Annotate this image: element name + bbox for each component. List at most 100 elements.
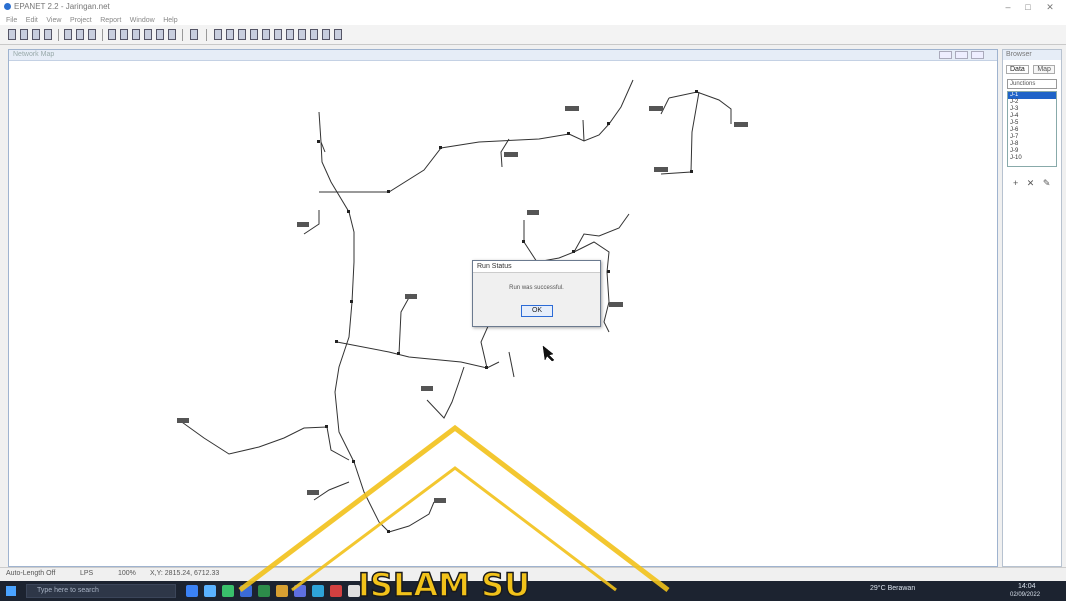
list-item[interactable]: J-8 bbox=[1008, 141, 1056, 148]
junction-node bbox=[439, 146, 442, 149]
open-file-icon[interactable] bbox=[20, 29, 28, 40]
graph-icon[interactable] bbox=[132, 29, 140, 40]
weather-status[interactable]: 29°C Berawan bbox=[870, 585, 915, 592]
status-bar: Auto-Length Off LPS 100% X,Y: 2815.24, 6… bbox=[0, 567, 1066, 580]
list-item[interactable]: J-6 bbox=[1008, 127, 1056, 134]
app-icon-9[interactable] bbox=[348, 585, 360, 597]
node-label bbox=[307, 490, 319, 495]
reservoir-tool-icon[interactable] bbox=[274, 29, 282, 40]
junction-node bbox=[572, 250, 575, 253]
list-item[interactable]: J-3 bbox=[1008, 106, 1056, 113]
pipe-tool-icon[interactable] bbox=[298, 29, 306, 40]
map-close-button[interactable] bbox=[971, 51, 984, 59]
junction-node bbox=[317, 140, 320, 143]
junction-node bbox=[607, 270, 610, 273]
task-view-icon[interactable] bbox=[186, 585, 198, 597]
clock-date[interactable]: 02/09/2022 bbox=[1010, 592, 1040, 598]
list-item[interactable]: J-1 bbox=[1008, 92, 1056, 99]
print-icon[interactable] bbox=[44, 29, 52, 40]
dialog-title: Run Status bbox=[473, 261, 600, 273]
map-minimize-button[interactable] bbox=[939, 51, 952, 59]
zoom-out-icon[interactable] bbox=[226, 29, 234, 40]
delete-icon[interactable] bbox=[76, 29, 84, 40]
list-item[interactable]: J-7 bbox=[1008, 134, 1056, 141]
window-title: EPANET 2.2 - Jaringan.net bbox=[14, 2, 110, 11]
taskbar-search-input[interactable]: Type here to search bbox=[26, 584, 176, 598]
title-bar: EPANET 2.2 - Jaringan.net – □ ✕ bbox=[0, 0, 1066, 14]
node-label bbox=[734, 122, 748, 127]
app-icon-3[interactable] bbox=[240, 585, 252, 597]
ok-button[interactable]: OK bbox=[521, 305, 553, 317]
app-icon-8[interactable] bbox=[330, 585, 342, 597]
tab-map[interactable]: Map bbox=[1033, 65, 1055, 74]
label-tool-icon[interactable] bbox=[334, 29, 342, 40]
browser-panel: Browser Data Map Junctions J-1 J-2 J-3 J-4 J… bbox=[1002, 49, 1062, 567]
query-icon[interactable] bbox=[120, 29, 128, 40]
junction-node bbox=[485, 366, 488, 369]
toolbar-separator bbox=[102, 29, 103, 41]
node-label bbox=[527, 210, 539, 215]
node-label bbox=[609, 302, 623, 307]
add-object-icon[interactable]: + bbox=[1013, 178, 1018, 188]
pipe bbox=[426, 366, 465, 419]
app-icon-7[interactable] bbox=[312, 585, 324, 597]
list-item[interactable]: J-9 bbox=[1008, 148, 1056, 155]
pipe bbox=[508, 351, 515, 378]
junction-node bbox=[522, 240, 525, 243]
legend-icon[interactable] bbox=[168, 29, 176, 40]
zoom-in-icon[interactable] bbox=[214, 29, 222, 40]
full-extent-icon[interactable] bbox=[250, 29, 258, 40]
options-icon[interactable] bbox=[156, 29, 164, 40]
clock-time[interactable]: 14:04 bbox=[1018, 583, 1036, 590]
object-category-dropdown[interactable]: Junctions bbox=[1007, 79, 1057, 89]
pipe bbox=[178, 419, 328, 455]
dialog-message: Run was successful. bbox=[509, 285, 564, 291]
map-restore-button[interactable] bbox=[955, 51, 968, 59]
start-button-icon[interactable] bbox=[6, 586, 16, 596]
tab-data[interactable]: Data bbox=[1006, 65, 1029, 74]
copy-icon[interactable] bbox=[64, 29, 72, 40]
list-item[interactable]: J-5 bbox=[1008, 120, 1056, 127]
pipe bbox=[319, 133, 570, 193]
save-icon[interactable] bbox=[32, 29, 40, 40]
pump-tool-icon[interactable] bbox=[310, 29, 318, 40]
new-file-icon[interactable] bbox=[8, 29, 16, 40]
run-icon[interactable] bbox=[108, 29, 116, 40]
junction-node bbox=[335, 340, 338, 343]
node-label bbox=[421, 386, 433, 391]
close-button[interactable]: ✕ bbox=[1042, 1, 1058, 13]
valve-tool-icon[interactable] bbox=[322, 29, 330, 40]
app-icon-1[interactable] bbox=[204, 585, 216, 597]
pipe bbox=[336, 341, 500, 369]
app-icon bbox=[4, 3, 11, 10]
node-label bbox=[297, 222, 309, 227]
app-icon-4[interactable] bbox=[258, 585, 270, 597]
find-icon[interactable] bbox=[88, 29, 96, 40]
junction-node bbox=[695, 90, 698, 93]
pipe-network bbox=[178, 79, 732, 533]
maximize-button[interactable]: □ bbox=[1020, 1, 1036, 13]
autolength-status[interactable]: Auto-Length Off bbox=[6, 570, 55, 577]
pan-icon[interactable] bbox=[238, 29, 246, 40]
junction-node bbox=[567, 132, 570, 135]
tank-tool-icon[interactable] bbox=[286, 29, 294, 40]
zoom-level-status: 100% bbox=[118, 570, 136, 577]
junction-node bbox=[387, 190, 390, 193]
app-icon-2[interactable] bbox=[222, 585, 234, 597]
select-arrow-icon[interactable] bbox=[190, 29, 198, 40]
list-item[interactable]: J-2 bbox=[1008, 99, 1056, 106]
toolbar-separator bbox=[58, 29, 59, 41]
object-list[interactable]: J-1 J-2 J-3 J-4 J-5 J-6 J-7 J-8 J-9 J-10 bbox=[1007, 91, 1057, 167]
table-icon[interactable] bbox=[144, 29, 152, 40]
windows-taskbar: Type here to search 29°C Berawan 14:04 0… bbox=[0, 581, 1066, 601]
list-item[interactable]: J-4 bbox=[1008, 113, 1056, 120]
junction-tool-icon[interactable] bbox=[262, 29, 270, 40]
list-item[interactable]: J-10 bbox=[1008, 155, 1056, 162]
mouse-cursor-icon bbox=[542, 345, 555, 362]
map-window-titlebar: Network Map bbox=[9, 50, 997, 61]
edit-object-icon[interactable]: ✎ bbox=[1043, 178, 1051, 189]
app-icon-5[interactable] bbox=[276, 585, 288, 597]
delete-object-icon[interactable]: ✕ bbox=[1027, 178, 1035, 189]
minimize-button[interactable]: – bbox=[1000, 1, 1016, 13]
app-icon-6[interactable] bbox=[294, 585, 306, 597]
